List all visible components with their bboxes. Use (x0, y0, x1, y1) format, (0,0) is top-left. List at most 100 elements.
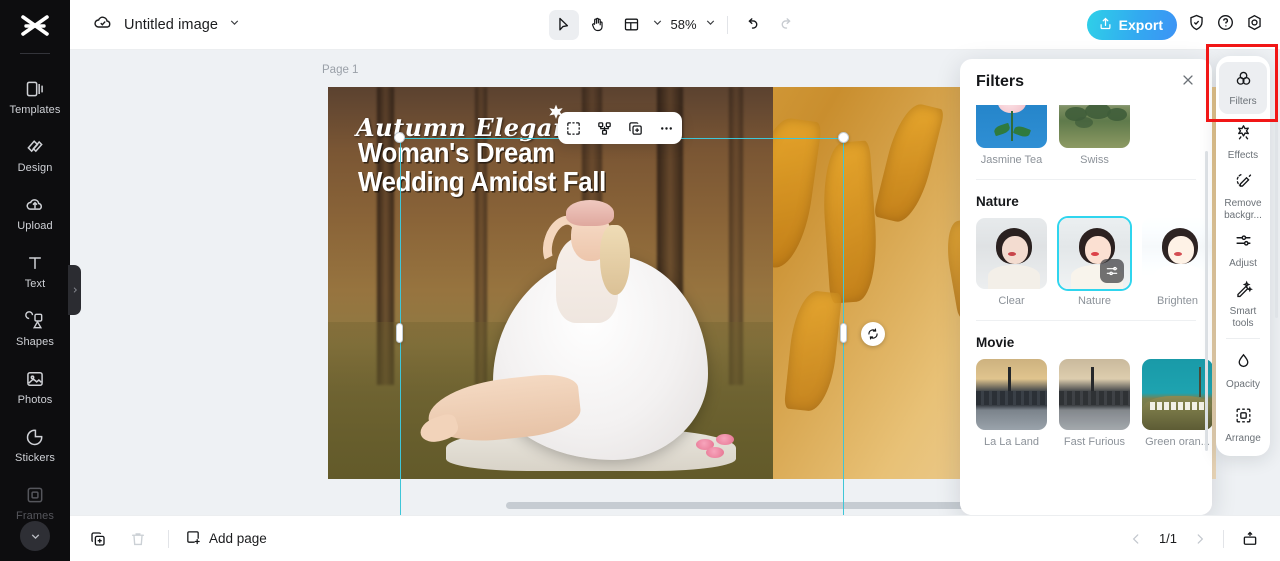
add-page-button[interactable]: Add page (185, 529, 267, 549)
flip-button[interactable] (592, 115, 618, 141)
document-title[interactable]: Untitled image (124, 17, 218, 33)
sidebar-divider (20, 53, 50, 54)
rail-item-smart-tools[interactable]: Smart tools (1219, 278, 1267, 330)
section-divider (976, 320, 1196, 321)
filter-cell-nature[interactable]: Nature (1059, 218, 1130, 307)
filter-cell-lalaland[interactable]: La La Land (976, 359, 1047, 448)
filter-section-title: Nature (976, 194, 1196, 209)
filter-label: Fast Furious (1059, 436, 1130, 448)
hand-tool-button[interactable] (583, 10, 613, 40)
export-upload-icon (1098, 16, 1113, 34)
sidebar-item-upload[interactable]: Upload (0, 184, 70, 242)
duplicate-button[interactable] (623, 115, 649, 141)
zoom-level[interactable]: 58% (668, 17, 700, 32)
layout-grid-icon (623, 16, 640, 33)
canvas-horizontal-scrollbar[interactable] (506, 502, 988, 509)
sidebar-item-text[interactable]: Text (0, 242, 70, 300)
rotate-handle[interactable] (861, 322, 885, 346)
sidebar-item-stickers[interactable]: Stickers (0, 416, 70, 474)
top-toolbar: Untitled image 58% (70, 0, 1280, 50)
rail-item-effects[interactable]: Effects (1219, 116, 1267, 168)
sidebar-item-label: Text (25, 278, 46, 290)
present-button[interactable] (1236, 525, 1264, 553)
filter-thumbnail (1059, 105, 1130, 148)
filter-cell-brighten[interactable]: Brighten (1142, 218, 1212, 307)
right-rail-scrollbar[interactable] (1275, 58, 1278, 318)
rail-item-arrange[interactable]: Arrange (1219, 399, 1267, 451)
bottom-bar-divider (168, 530, 169, 548)
undo-arrow-icon (744, 16, 761, 33)
add-page-icon (185, 529, 202, 549)
layout-chevron-icon[interactable] (651, 16, 664, 34)
rail-item-label: Arrange (1225, 433, 1261, 444)
sidebar-item-shapes[interactable]: Shapes (0, 300, 70, 358)
duplicate-page-button[interactable] (84, 525, 112, 553)
zoom-chevron-icon[interactable] (704, 16, 717, 34)
resize-handle-tl[interactable] (394, 132, 405, 143)
sidebar-item-design[interactable]: Design (0, 126, 70, 184)
left-sidebar: Templates Design Upload (0, 0, 70, 561)
select-tool-button[interactable] (549, 10, 579, 40)
resize-handle-right[interactable] (840, 323, 847, 343)
crop-button[interactable] (561, 115, 587, 141)
rail-item-remove-background[interactable]: Remove backgr... (1219, 170, 1267, 222)
filters-panel-title: Filters (976, 73, 1024, 91)
selected-photo-layer[interactable]: Autumn Elegance Woman's Dream Wedding Am… (328, 87, 773, 479)
next-page-button[interactable] (1189, 528, 1211, 550)
sidebar-item-photos[interactable]: Photos (0, 358, 70, 416)
chevron-right-icon (1193, 532, 1207, 546)
remove-background-icon (1234, 171, 1253, 195)
filter-label: Nature (1059, 295, 1130, 307)
redo-button[interactable] (772, 10, 802, 40)
filters-panel-scrollbar[interactable] (1205, 151, 1208, 451)
topbar-actions: Export (1087, 10, 1264, 40)
object-float-toolbar (558, 112, 682, 144)
artwork-headline[interactable]: Woman's Dream Wedding Amidst Fall (358, 139, 708, 196)
magic-wand-icon (1234, 279, 1253, 303)
rail-item-label: Effects (1228, 150, 1258, 161)
filter-thumbnail (976, 105, 1047, 148)
more-options-button[interactable] (654, 115, 680, 141)
text-icon (24, 252, 46, 274)
export-button[interactable]: Export (1087, 10, 1177, 40)
resize-handle-left[interactable] (396, 323, 403, 343)
prev-page-button[interactable] (1125, 528, 1147, 550)
filter-cell-greenorange[interactable]: Green oran... (1142, 359, 1212, 448)
close-icon[interactable] (1180, 72, 1196, 93)
filter-thumbnail (1142, 359, 1212, 430)
document-title-chevron[interactable] (228, 16, 241, 34)
rail-item-opacity[interactable]: Opacity (1219, 345, 1267, 397)
bottom-bar: Add page 1/1 (70, 515, 1280, 561)
rail-item-adjust[interactable]: Adjust (1219, 224, 1267, 276)
filter-thumbnail (1142, 218, 1212, 289)
filter-cell[interactable]: Jasmine Tea (976, 105, 1047, 166)
export-label: Export (1119, 17, 1163, 33)
trash-icon (129, 530, 147, 548)
filter-cell-clear[interactable]: Clear (976, 218, 1047, 307)
bottom-bar-right: 1/1 (1125, 525, 1264, 553)
add-page-label: Add page (209, 531, 267, 546)
shield-check-icon[interactable] (1187, 13, 1206, 37)
filter-label: Green oran... (1142, 436, 1212, 448)
delete-page-button[interactable] (124, 525, 152, 553)
sidebar-item-templates[interactable]: Templates (0, 68, 70, 126)
filters-panel-body[interactable]: Jasmine Tea Swiss Nature (960, 105, 1212, 515)
rail-divider (1226, 338, 1260, 339)
filter-cell[interactable]: Swiss (1059, 105, 1130, 166)
panel-expand-tab[interactable] (68, 265, 81, 315)
filter-label: Clear (976, 295, 1047, 307)
rail-item-filters[interactable]: Filters (1219, 62, 1267, 114)
filters-circles-icon (1234, 69, 1253, 93)
adjust-sliders-icon[interactable] (1100, 259, 1124, 283)
filter-thumbnail (1059, 218, 1130, 289)
chevron-down-icon (29, 530, 42, 543)
app-logo[interactable] (18, 13, 52, 41)
resize-handle-tr[interactable] (838, 132, 849, 143)
sidebar-collapse-button[interactable] (20, 521, 50, 551)
sidebar-item-label: Shapes (16, 336, 54, 348)
undo-button[interactable] (738, 10, 768, 40)
layout-tool-button[interactable] (617, 10, 647, 40)
filter-cell-fastfurious[interactable]: Fast Furious (1059, 359, 1130, 448)
question-circle-icon[interactable] (1216, 13, 1235, 37)
gear-icon[interactable] (1245, 13, 1264, 37)
